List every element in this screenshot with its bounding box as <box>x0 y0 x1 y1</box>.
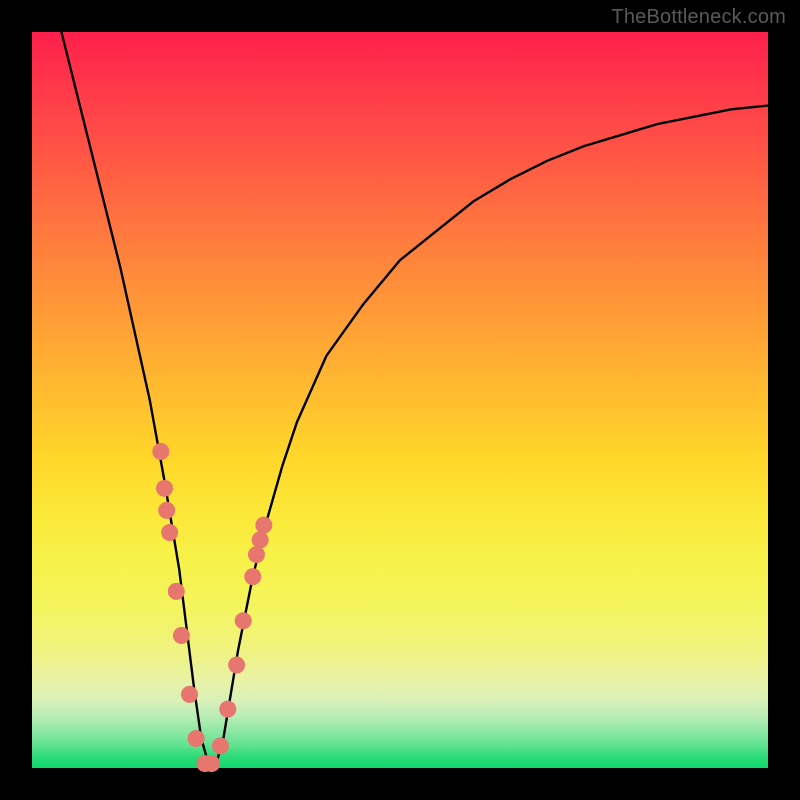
marker-dot <box>173 627 190 644</box>
curve-layer <box>32 32 768 768</box>
marker-dot <box>161 524 178 541</box>
bottleneck-curve <box>61 32 768 764</box>
marker-dot <box>156 480 173 497</box>
marker-dot <box>244 568 261 585</box>
plot-area <box>32 32 768 768</box>
marker-dot <box>219 701 236 718</box>
watermark-text: TheBottleneck.com <box>611 6 786 29</box>
marker-dot <box>203 755 220 772</box>
marker-dot <box>168 583 185 600</box>
marker-dot <box>212 737 229 754</box>
marker-dot <box>248 546 265 563</box>
highlighted-points <box>152 443 272 772</box>
marker-dot <box>181 686 198 703</box>
marker-dot <box>228 656 245 673</box>
marker-dot <box>252 531 269 548</box>
marker-dot <box>152 443 169 460</box>
chart-frame: TheBottleneck.com <box>0 0 800 800</box>
marker-dot <box>255 517 272 534</box>
marker-dot <box>188 730 205 747</box>
marker-dot <box>158 502 175 519</box>
marker-dot <box>235 612 252 629</box>
